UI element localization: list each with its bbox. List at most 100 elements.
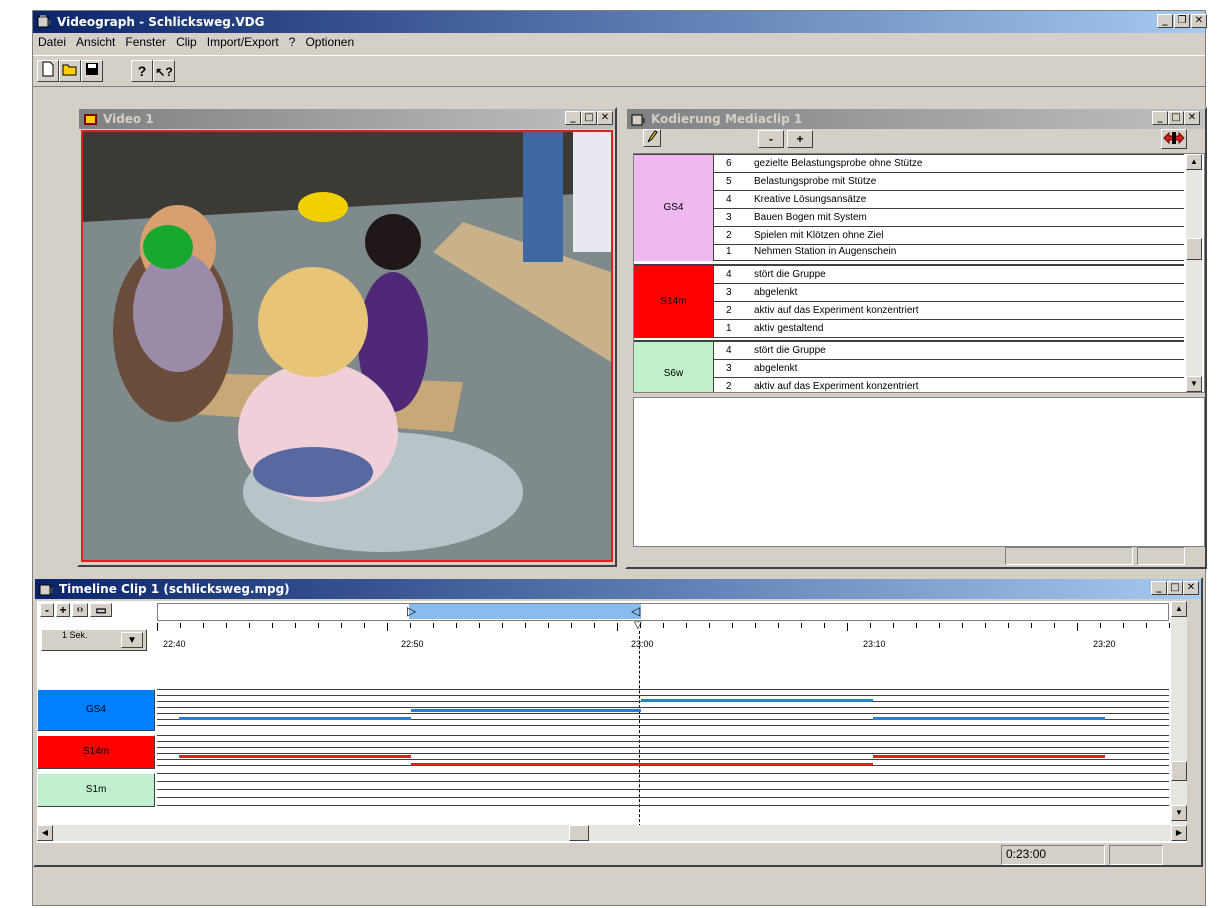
coding-close-button[interactable]: ✕ [1184, 111, 1200, 125]
context-help-icon[interactable]: ↖? [153, 60, 175, 82]
scroll-left-icon[interactable]: ◀ [37, 825, 53, 841]
menu-import-export[interactable]: Import/Export [202, 33, 284, 51]
ruler-tick [801, 623, 802, 628]
code-row[interactable]: 3 Bauen Bogen mit System [714, 209, 1184, 227]
restore-button[interactable]: ❐ [1174, 14, 1190, 28]
code-row[interactable]: 5 Belastungsprobe mit Stütze [714, 173, 1184, 191]
code-group-label[interactable]: S14m [634, 266, 714, 338]
video-minimize-button[interactable]: _ [565, 111, 581, 125]
timeline-vscroll[interactable]: ▲ ▼ [1171, 601, 1187, 827]
scroll-right-icon[interactable]: ▶ [1171, 825, 1187, 841]
video-window-titlebar[interactable]: Video 1 _ □ ✕ [79, 109, 615, 129]
code-list-scrollbar[interactable]: ▲ ▼ [1186, 154, 1202, 392]
code-row[interactable]: 2 aktiv auf das Experiment konzentriert [714, 302, 1184, 320]
video-close-button[interactable]: ✕ [597, 111, 613, 125]
minimize-button[interactable]: _ [1157, 14, 1173, 28]
selection-range[interactable] [409, 604, 641, 619]
menu-clip[interactable]: Clip [171, 33, 202, 51]
video-window-title: Video 1 [103, 112, 154, 126]
code-row[interactable]: 4 stört die Gruppe [714, 342, 1184, 360]
coding-window: Kodierung Mediaclip 1 _ □ ✕ - + GS4 6 gez… [625, 107, 1207, 569]
transfer-icon[interactable] [1161, 129, 1187, 149]
timeline-maximize-button[interactable]: □ [1167, 581, 1183, 595]
coding-maximize-button[interactable]: □ [1168, 111, 1184, 125]
save-disk-icon[interactable] [81, 60, 103, 82]
timeline-minimize-button[interactable]: _ [1151, 581, 1167, 595]
close-button[interactable]: ✕ [1191, 14, 1207, 28]
track-label-s14m[interactable]: S14m [37, 735, 155, 769]
expand-button[interactable]: + [787, 130, 813, 148]
link-button[interactable]: ▭ [90, 603, 112, 617]
code-notes-area[interactable] [633, 397, 1205, 547]
time-label: 23:10 [863, 639, 886, 649]
track-label-s1m[interactable]: S1m [37, 773, 155, 807]
track-label-gs4[interactable]: GS4 [37, 689, 155, 731]
track-segment[interactable] [179, 717, 411, 720]
ruler-tick [387, 623, 388, 631]
selection-range-bar[interactable] [157, 603, 1169, 621]
scroll-down-icon[interactable]: ▼ [1186, 376, 1202, 392]
ruler-tick [318, 623, 319, 628]
ruler-tick [778, 623, 779, 628]
code-row[interactable]: 4 Kreative Lösungsansätze [714, 191, 1184, 209]
range-start-handle-icon[interactable]: ▷ [407, 604, 416, 618]
video-image [83, 132, 611, 560]
code-row[interactable]: 4 stört die Gruppe [714, 266, 1184, 284]
track-segment[interactable] [873, 717, 1105, 720]
menu-fenster[interactable]: Fenster [120, 33, 171, 51]
track-segment[interactable] [873, 755, 1105, 758]
pencil-icon[interactable] [643, 129, 661, 147]
app-titlebar[interactable]: Videograph - Schlicksweg.VDG _ ❐ ✕ [33, 11, 1207, 33]
collapse-button[interactable]: - [758, 130, 784, 148]
ruler-tick [295, 623, 296, 628]
videograph-app-icon [37, 15, 51, 28]
ruler-tick [249, 623, 250, 628]
video-maximize-button[interactable]: □ [581, 111, 597, 125]
new-document-icon[interactable] [37, 60, 59, 82]
open-folder-icon[interactable] [59, 60, 81, 82]
help-icon[interactable]: ? [131, 60, 153, 82]
scroll-up-icon[interactable]: ▲ [1171, 601, 1187, 617]
track-line [157, 735, 1169, 736]
timeline-window-titlebar[interactable]: Timeline Clip 1 (schlicksweg.mpg) _ □ ✕ [35, 579, 1201, 599]
range-end-handle-icon[interactable]: ◁ [631, 604, 640, 618]
menu-datei[interactable]: Datei [33, 33, 71, 51]
zoom-out-button[interactable]: - [40, 603, 54, 617]
coding-minimize-button[interactable]: _ [1152, 111, 1168, 125]
zoom-in-button[interactable]: + [56, 603, 70, 617]
scroll-down-icon[interactable]: ▼ [1171, 805, 1187, 821]
scroll-up-icon[interactable]: ▲ [1186, 154, 1202, 170]
code-row[interactable]: 3 abgelenkt [714, 360, 1184, 378]
menu-help[interactable]: ? [284, 33, 301, 51]
timeline-app-icon [39, 584, 53, 596]
timeline-close-button[interactable]: ✕ [1183, 581, 1199, 595]
menu-optionen[interactable]: Optionen [300, 33, 359, 51]
timeline-hscroll[interactable]: ◀ ▶ [37, 825, 1187, 841]
track-segment[interactable] [179, 755, 411, 758]
code-row[interactable]: 3 abgelenkt [714, 284, 1184, 302]
timeline-content: - + ‹› ▭ ▷ ◁ 1 Sek. ▼ 22:40 22:50 23:00 … [37, 601, 1187, 843]
playhead-marker-icon[interactable]: ▽ [634, 621, 644, 631]
menu-ansicht[interactable]: Ansicht [71, 33, 120, 51]
ruler-tick [456, 623, 457, 628]
interval-dropdown-icon[interactable]: ▼ [121, 632, 143, 648]
ruler-tick [985, 623, 986, 628]
track-segment[interactable] [641, 699, 873, 702]
scroll-thumb[interactable] [1171, 761, 1187, 781]
time-ruler: 22:40 22:50 23:00 23:10 23:20 [157, 623, 1187, 657]
scroll-thumb[interactable] [1186, 238, 1202, 260]
code-row[interactable]: 2 aktiv auf das Experiment konzentriert [714, 378, 1184, 392]
track-line [157, 797, 1169, 798]
code-row[interactable]: 6 gezielte Belastungsprobe ohne Stütze [714, 155, 1184, 173]
time-label: 22:50 [401, 639, 424, 649]
code-group-label[interactable]: GS4 [634, 155, 714, 261]
track-segment[interactable] [411, 763, 873, 766]
code-row[interactable]: 1 Nehmen Station in Augenschein [714, 243, 1184, 261]
scroll-thumb[interactable] [569, 825, 589, 841]
track-segment[interactable] [411, 709, 641, 712]
code-group-label[interactable]: S6w [634, 342, 714, 392]
video-frame[interactable] [81, 130, 613, 562]
coding-window-titlebar[interactable]: Kodierung Mediaclip 1 _ □ ✕ [627, 109, 1205, 129]
fit-button[interactable]: ‹› [72, 603, 88, 617]
code-row[interactable]: 1 aktiv gestaltend [714, 320, 1184, 338]
